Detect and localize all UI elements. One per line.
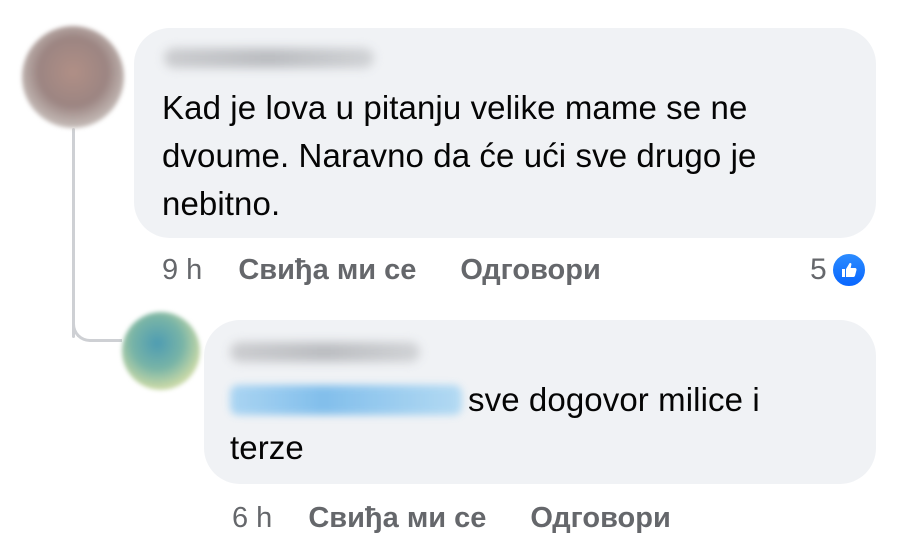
mention-tag-blurred[interactable]: [230, 385, 462, 415]
reply-bubble: sve dogovor milice i terze: [204, 320, 876, 484]
replier-avatar[interactable]: [122, 312, 200, 390]
comment-bubble: Kad je lova u pitanju velike mame se ne …: [134, 28, 876, 238]
comment-actions: 9 h Свиђа ми се Одговори: [162, 254, 645, 287]
reply-author-name-blurred[interactable]: [230, 342, 420, 362]
reaction-count: 5: [810, 253, 827, 286]
reply-reply-button[interactable]: Одговори: [530, 502, 670, 535]
commenter-avatar[interactable]: [22, 26, 124, 128]
reply-actions: 6 h Свиђа ми се Одговори: [232, 502, 715, 535]
comment-author-name-blurred[interactable]: [164, 48, 374, 68]
reply-timestamp[interactable]: 6 h: [232, 502, 272, 535]
comment-text: Kad je lova u pitanju velike mame se ne …: [162, 89, 757, 222]
reply-text-line: sve dogovor milice i terze: [230, 376, 842, 472]
reply-like-button[interactable]: Свиђа ми се: [308, 502, 486, 535]
comment-timestamp[interactable]: 9 h: [162, 254, 202, 287]
like-icon: [830, 252, 867, 288]
comment-like-button[interactable]: Свиђа ми се: [238, 254, 416, 287]
thread-connector-curve: [72, 320, 122, 342]
comment-reactions[interactable]: 5: [810, 252, 867, 288]
comment-reply-button[interactable]: Одговори: [460, 254, 600, 287]
thread-connector-vertical: [72, 128, 75, 338]
